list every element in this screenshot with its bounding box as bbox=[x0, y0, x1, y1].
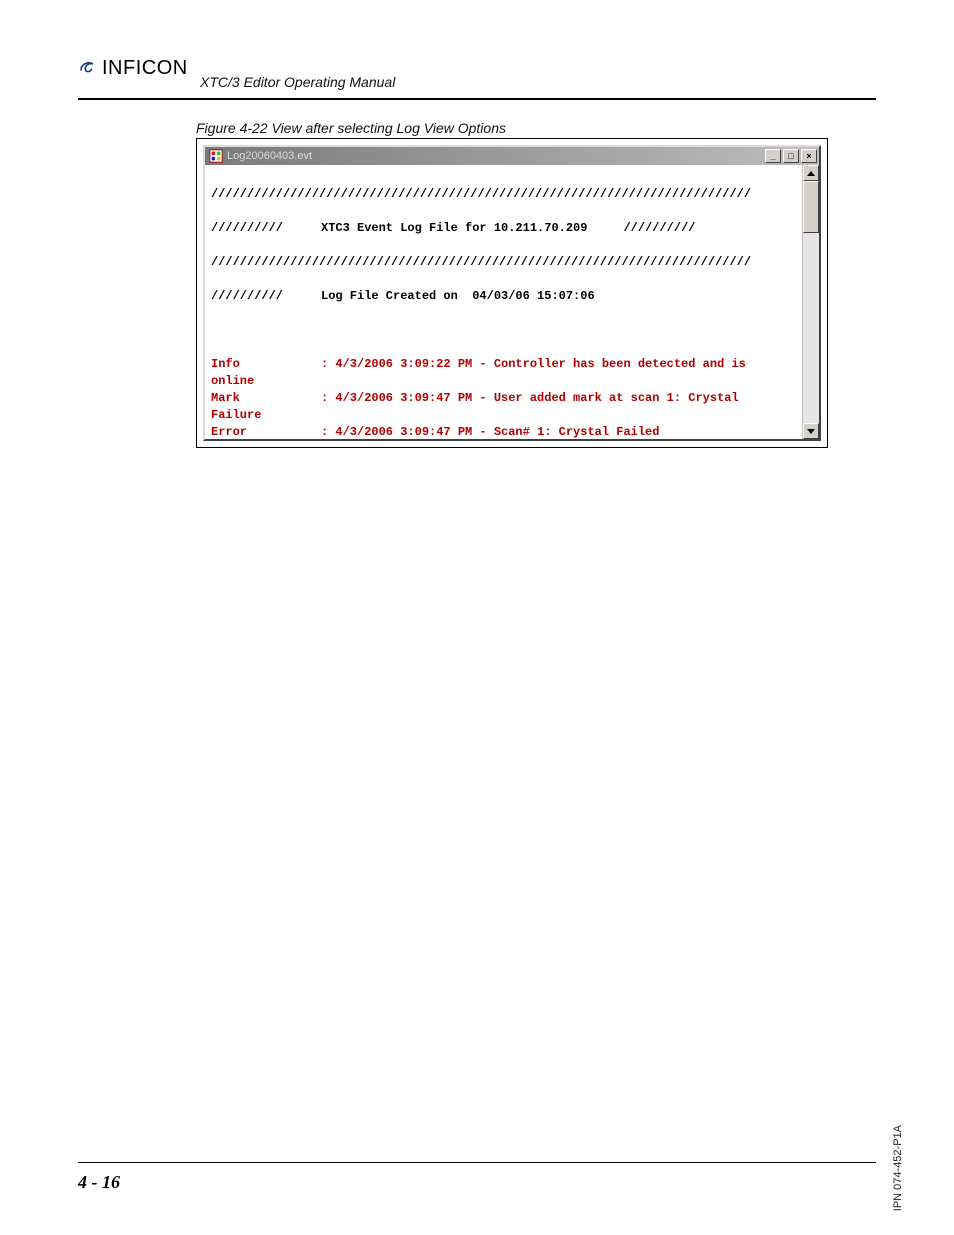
log-tag: Error bbox=[211, 424, 321, 439]
log-tag: Failure bbox=[211, 407, 321, 424]
log-row-rest bbox=[321, 407, 796, 424]
page-header: INFICON XTC/3 Editor Operating Manual bbox=[78, 56, 876, 96]
arrow-up-icon bbox=[807, 171, 815, 176]
log-row: Error: 4/3/2006 3:09:47 PM - Scan# 1: Cr… bbox=[211, 424, 796, 439]
page: INFICON XTC/3 Editor Operating Manual Fi… bbox=[0, 0, 954, 1235]
manual-title: XTC/3 Editor Operating Manual bbox=[200, 74, 395, 90]
vertical-scrollbar[interactable] bbox=[802, 165, 819, 439]
log-row: Mark: 4/3/2006 3:09:47 PM - User added m… bbox=[211, 390, 796, 407]
log-sep-left: ////////// bbox=[211, 220, 321, 237]
scroll-up-button[interactable] bbox=[803, 165, 819, 181]
log-row-rest: : 4/3/2006 3:09:47 PM - User added mark … bbox=[321, 390, 796, 407]
log-header-created: Log File Created on 04/03/06 15:07:06 bbox=[321, 288, 796, 305]
log-window: Log20060403.evt _ □ × //////////////////… bbox=[203, 145, 821, 441]
inficon-swirl-icon bbox=[78, 58, 96, 76]
brand-logo: INFICON bbox=[78, 56, 876, 80]
log-tag: Info bbox=[211, 356, 321, 373]
page-number: 4 - 16 bbox=[78, 1172, 120, 1193]
arrow-down-icon bbox=[807, 429, 815, 434]
log-separator: ////////////////////////////////////////… bbox=[211, 186, 796, 203]
log-text[interactable]: ////////////////////////////////////////… bbox=[205, 165, 802, 439]
log-separator: ////////////////////////////////////////… bbox=[211, 254, 796, 271]
footer-rule bbox=[78, 1162, 876, 1163]
figure-frame: Log20060403.evt _ □ × //////////////////… bbox=[196, 138, 828, 448]
log-row: online bbox=[211, 373, 796, 390]
maximize-button[interactable]: □ bbox=[783, 149, 799, 163]
figure-caption: Figure 4-22 View after selecting Log Vie… bbox=[196, 120, 506, 136]
scroll-thumb[interactable] bbox=[803, 181, 819, 233]
minimize-button[interactable]: _ bbox=[765, 149, 781, 163]
log-row-rest: : 4/3/2006 3:09:22 PM - Controller has b… bbox=[321, 356, 796, 373]
log-sep-left: ////////// bbox=[211, 288, 321, 305]
header-rule bbox=[78, 98, 876, 100]
window-controls: _ □ × bbox=[765, 149, 817, 163]
window-title: Log20060403.evt bbox=[227, 150, 765, 162]
log-header-title: XTC3 Event Log File for 10.211.70.209 //… bbox=[321, 220, 796, 237]
log-row-rest bbox=[321, 373, 796, 390]
log-row-rest: : 4/3/2006 3:09:47 PM - Scan# 1: Crystal… bbox=[321, 424, 796, 439]
blank-line bbox=[211, 322, 796, 339]
log-row: Info: 4/3/2006 3:09:22 PM - Controller h… bbox=[211, 356, 796, 373]
scroll-down-button[interactable] bbox=[803, 423, 819, 439]
log-row: Failure bbox=[211, 407, 796, 424]
log-tag: online bbox=[211, 373, 321, 390]
window-titlebar[interactable]: Log20060403.evt _ □ × bbox=[205, 147, 819, 165]
window-client: ////////////////////////////////////////… bbox=[205, 165, 819, 439]
brand-name: INFICON bbox=[102, 57, 188, 80]
app-icon bbox=[209, 149, 223, 163]
close-button[interactable]: × bbox=[801, 149, 817, 163]
ipn-code: IPN 074-452-P1A bbox=[892, 1125, 904, 1211]
log-tag: Mark bbox=[211, 390, 321, 407]
